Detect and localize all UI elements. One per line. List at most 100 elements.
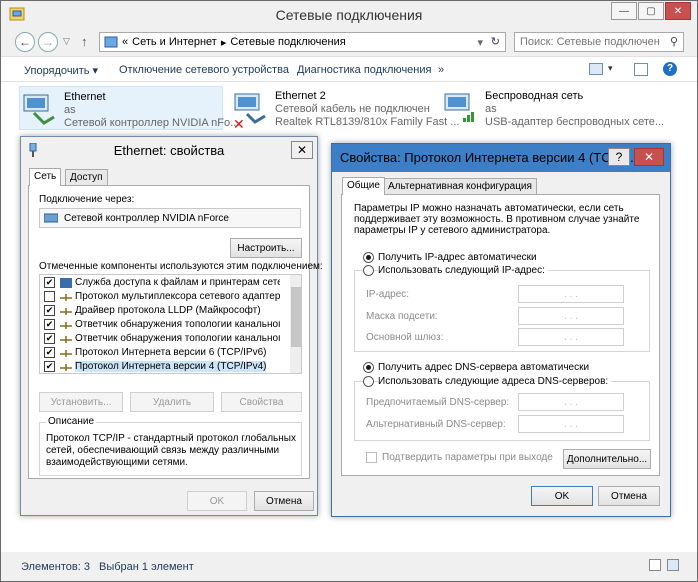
component-item[interactable]: ✔ Протокол Интернета версии 6 (TCP/IPv6): [40, 346, 280, 360]
alternate-dns-input[interactable]: . . .: [518, 415, 624, 433]
scrollbar-thumb[interactable]: [291, 287, 301, 347]
list-scrollbar[interactable]: [290, 275, 301, 373]
protocol-icon: [60, 364, 72, 371]
gateway-label: Основной шлюз:: [366, 332, 444, 343]
component-checkbox[interactable]: ✔: [44, 347, 55, 358]
address-bar[interactable]: « Сеть и Интернет ▸ Сетевые подключения …: [99, 32, 506, 52]
ip-address-label: IP-адрес:: [366, 289, 410, 300]
description-line-1: Протокол TCP/IP - стандартный протокол г…: [46, 433, 296, 444]
protocol-icon: [60, 350, 72, 357]
disable-device-button[interactable]: Отключение сетевого устройства: [119, 64, 289, 76]
dns-manual-label[interactable]: Использовать следующие адреса DNS-сервер…: [378, 376, 612, 387]
preferred-dns-input[interactable]: . . .: [518, 393, 624, 411]
tab-network[interactable]: Сеть: [29, 168, 62, 186]
adapter-wireless[interactable]: Беспроводная сеть as USB-адаптер беспров…: [441, 86, 664, 130]
breadcrumb-network-internet[interactable]: Сеть и Интернет: [132, 36, 217, 48]
adapter-name: Беспроводная сеть: [485, 90, 584, 102]
arrow-right-icon: →: [42, 35, 54, 49]
validate-label: Подтвердить параметры при выходе: [382, 452, 553, 463]
ip-address-input[interactable]: . . .: [518, 285, 624, 303]
address-overflow[interactable]: «: [122, 36, 128, 48]
disconnected-x-icon: ✕: [233, 116, 245, 132]
refresh-icon[interactable]: ↻: [491, 35, 500, 48]
maximize-button[interactable]: ▢: [638, 2, 664, 20]
dns-auto-radio[interactable]: [363, 362, 374, 373]
cancel-button[interactable]: Отмена: [598, 486, 660, 506]
protocol-icon: [60, 322, 72, 329]
dns-auto-label[interactable]: Получить адрес DNS-сервера автоматически: [378, 362, 589, 373]
general-tab-panel: Параметры IP можно назначать автоматичес…: [341, 194, 660, 476]
address-dropdown-icon[interactable]: ▾: [477, 36, 483, 49]
component-checkbox[interactable]: ✔: [44, 319, 55, 330]
help-button[interactable]: ?: [608, 148, 630, 166]
tiles-view-icon[interactable]: [667, 559, 679, 571]
view-dropdown-icon[interactable]: ▾: [608, 63, 613, 74]
selected-count: Выбран 1 элемент: [99, 561, 194, 573]
tab-alternate[interactable]: Альтернативная конфигурация: [383, 178, 537, 195]
description-group: Описание Протокол TCP/IP - стандартный п…: [39, 416, 302, 476]
description-title: Описание: [46, 416, 97, 427]
breadcrumb-network-connections[interactable]: Сетевые подключения: [230, 36, 345, 48]
navigation-bar: ← → ▽ ↑ « Сеть и Интернет ▸ Сетевые подк…: [1, 29, 697, 55]
dialog-title-bar[interactable]: Свойства: Протокол Интернета версии 4 (T…: [332, 144, 670, 172]
ok-button[interactable]: OK: [187, 491, 247, 511]
adapter-ethernet[interactable]: Ethernet as Сетевой контроллер NVIDIA nF…: [19, 86, 239, 130]
up-arrow-icon[interactable]: ↑: [81, 34, 88, 49]
dns-manual-radio[interactable]: [363, 376, 374, 387]
adapter-network: as: [64, 104, 76, 116]
tab-general[interactable]: Общие: [342, 177, 385, 195]
component-item-selected[interactable]: ✔ Протокол Интернета версии 4 (TCP/IPv4): [40, 360, 280, 373]
ip-manual-radio[interactable]: [363, 265, 374, 276]
advanced-button[interactable]: Дополнительно...: [563, 449, 651, 469]
close-button[interactable]: ✕: [665, 2, 691, 20]
recent-dropdown-icon[interactable]: ▽: [63, 36, 70, 47]
ip-auto-label[interactable]: Получить IP-адрес автоматически: [378, 252, 537, 263]
dialog-title-bar[interactable]: Ethernet: свойства ✕: [21, 137, 317, 165]
details-view-icon[interactable]: [649, 559, 661, 571]
install-button[interactable]: Установить...: [39, 392, 123, 412]
ok-button[interactable]: OK: [531, 486, 593, 506]
title-bar[interactable]: Сетевые подключения — ▢ ✕: [1, 1, 697, 29]
view-options-icon[interactable]: [589, 63, 603, 75]
search-box[interactable]: ⚲: [514, 32, 684, 52]
component-checkbox[interactable]: ✔: [44, 305, 55, 316]
help-icon[interactable]: ?: [663, 62, 677, 76]
forward-button[interactable]: →: [38, 32, 58, 52]
subnet-mask-input[interactable]: . . .: [518, 307, 624, 325]
component-checkbox[interactable]: ✔: [44, 277, 55, 288]
cancel-button[interactable]: Отмена: [254, 491, 314, 511]
breadcrumb-separator[interactable]: ▸: [221, 36, 227, 49]
component-checkbox[interactable]: ✔: [44, 333, 55, 344]
ip-auto-radio[interactable]: [363, 252, 374, 263]
diagnose-button[interactable]: Диагностика подключения: [297, 64, 431, 76]
search-icon[interactable]: ⚲: [670, 35, 678, 48]
component-item[interactable]: ✔ Служба доступа к файлам и принтерам сет…: [40, 276, 280, 290]
component-item[interactable]: ✔ Драйвер протокола LLDP (Майкрософт): [40, 304, 280, 318]
minimize-button[interactable]: —: [611, 2, 637, 20]
more-commands-button[interactable]: »: [438, 64, 444, 76]
component-checkbox[interactable]: ✔: [44, 361, 55, 372]
configure-button[interactable]: Настроить...: [230, 238, 302, 258]
adapter-network: as: [485, 103, 497, 115]
gateway-input[interactable]: . . .: [518, 328, 624, 346]
tab-sharing[interactable]: Доступ: [65, 169, 108, 186]
validate-checkbox[interactable]: [366, 452, 377, 463]
description-line-2: сетей, обеспечивающий связь между различ…: [46, 445, 280, 456]
dialog-close-button[interactable]: ✕: [291, 141, 313, 159]
back-button[interactable]: ←: [15, 32, 35, 52]
properties-button[interactable]: Свойства: [221, 392, 302, 412]
remove-button[interactable]: Удалить: [130, 392, 214, 412]
component-item[interactable]: ✔ Ответчик обнаружения топологии канально…: [40, 318, 280, 332]
connect-via-label: Подключение через:: [39, 194, 135, 205]
search-input[interactable]: [520, 36, 660, 48]
window-title: Сетевые подключения: [275, 7, 423, 23]
component-item[interactable]: ✔ Ответчик обнаружения топологии канально…: [40, 332, 280, 346]
organize-menu[interactable]: Упорядочить ▾: [24, 64, 98, 77]
preview-pane-icon[interactable]: [634, 63, 648, 76]
component-item[interactable]: Протокол мультиплексора сетевого адаптер…: [40, 290, 280, 304]
adapter-ethernet-2[interactable]: ✕ Ethernet 2 Сетевой кабель не подключен…: [231, 86, 459, 132]
ip-manual-label[interactable]: Использовать следующий IP-адрес:: [378, 265, 548, 276]
dialog-close-button[interactable]: ✕: [634, 148, 664, 166]
component-checkbox[interactable]: [44, 291, 55, 302]
components-list[interactable]: ✔ Служба доступа к файлам и принтерам сет…: [39, 274, 302, 374]
